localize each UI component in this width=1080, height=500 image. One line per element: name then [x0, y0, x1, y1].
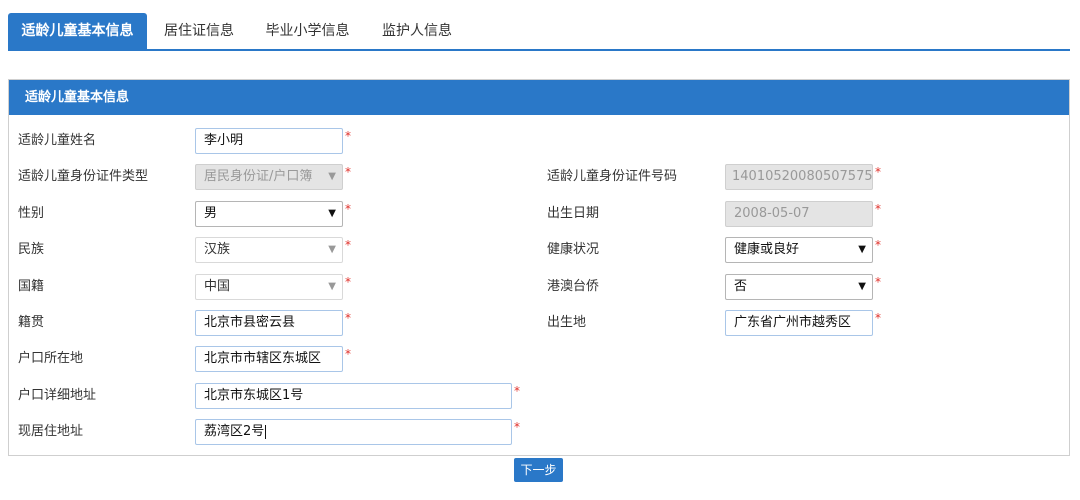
required-mark: *: [875, 238, 881, 252]
required-mark: *: [345, 129, 351, 143]
tab-child-basic-info[interactable]: 适龄儿童基本信息: [8, 13, 147, 49]
nationality-value: 中国: [204, 279, 231, 294]
hukou-address-value: 北京市东城区1号: [204, 388, 304, 403]
birthplace-input[interactable]: 广东省广州市越秀区: [725, 310, 873, 336]
hukou-location-input[interactable]: 北京市市辖区东城区: [195, 346, 343, 372]
health-select[interactable]: 健康或良好 ▼: [725, 237, 873, 263]
name-input[interactable]: 李小明: [195, 128, 343, 154]
hmt-value: 否: [734, 279, 748, 294]
panel-title: 适龄儿童基本信息: [9, 80, 1069, 115]
required-mark: *: [345, 311, 351, 325]
required-mark: *: [875, 311, 881, 325]
required-mark: *: [875, 275, 881, 289]
birthplace-value: 广东省广州市越秀区: [734, 315, 852, 330]
text-cursor: [265, 424, 267, 439]
required-mark: *: [345, 202, 351, 216]
native-place-value: 北京市县密云县: [204, 315, 296, 330]
required-mark: *: [345, 165, 351, 179]
required-mark: *: [345, 238, 351, 252]
gender-value: 男: [204, 206, 218, 221]
required-mark: *: [345, 347, 351, 361]
health-value: 健康或良好: [734, 242, 800, 257]
label-hmt: 港澳台侨: [547, 279, 600, 294]
chevron-down-icon: ▼: [328, 281, 336, 292]
required-mark: *: [875, 202, 881, 216]
label-birthplace: 出生地: [547, 315, 587, 330]
label-name: 适龄儿童姓名: [18, 133, 97, 148]
id-number-value: 140105200805075750: [732, 169, 873, 184]
id-type-select: 居民身份证/户口簿 ▼: [195, 164, 343, 190]
current-address-input[interactable]: 荔湾区2号: [195, 419, 512, 445]
birth-date-input: 2008-05-07: [725, 201, 873, 227]
basic-info-panel: 适龄儿童基本信息: [8, 79, 1070, 456]
label-hukou-address: 户口详细地址: [18, 388, 97, 403]
tab-bar: 适龄儿童基本信息 居住证信息 毕业小学信息 监护人信息: [8, 13, 1070, 51]
chevron-down-icon: ▼: [328, 208, 336, 219]
label-native-place: 籍贯: [18, 315, 45, 330]
required-mark: *: [875, 165, 881, 179]
label-hukou-location: 户口所在地: [18, 351, 84, 366]
label-gender: 性别: [18, 206, 45, 221]
tab-primary-school[interactable]: 毕业小学信息: [255, 13, 360, 49]
hukou-address-input[interactable]: 北京市东城区1号: [195, 383, 512, 409]
chevron-down-icon: ▼: [858, 281, 866, 292]
required-mark: *: [345, 275, 351, 289]
ethnicity-select[interactable]: 汉族 ▼: [195, 237, 343, 263]
label-id-number: 适龄儿童身份证件号码: [547, 169, 678, 184]
chevron-down-icon: ▼: [328, 171, 336, 182]
ethnicity-value: 汉族: [204, 242, 231, 257]
id-number-input: 140105200805075750: [725, 164, 873, 190]
chevron-down-icon: ▼: [328, 244, 336, 255]
gender-select[interactable]: 男 ▼: [195, 201, 343, 227]
birth-date-value: 2008-05-07: [734, 206, 810, 221]
current-address-value: 荔湾区2号: [204, 424, 265, 439]
label-birth-date: 出生日期: [547, 206, 600, 221]
nationality-select[interactable]: 中国 ▼: [195, 274, 343, 300]
label-ethnicity: 民族: [18, 242, 45, 257]
name-value: 李小明: [204, 133, 244, 148]
id-type-value: 居民身份证/户口簿: [204, 169, 313, 184]
hukou-location-value: 北京市市辖区东城区: [204, 351, 322, 366]
label-health: 健康状况: [547, 242, 600, 257]
label-id-type: 适龄儿童身份证件类型: [18, 169, 149, 184]
required-mark: *: [514, 384, 520, 398]
chevron-down-icon: ▼: [858, 244, 866, 255]
hmt-select[interactable]: 否 ▼: [725, 274, 873, 300]
native-place-input[interactable]: 北京市县密云县: [195, 310, 343, 336]
required-mark: *: [514, 420, 520, 434]
tab-guardian[interactable]: 监护人信息: [372, 13, 462, 49]
label-nationality: 国籍: [18, 279, 45, 294]
next-step-button[interactable]: 下一步: [514, 458, 563, 482]
tab-residence-permit[interactable]: 居住证信息: [154, 13, 244, 49]
label-current-address: 现居住地址: [18, 424, 84, 439]
